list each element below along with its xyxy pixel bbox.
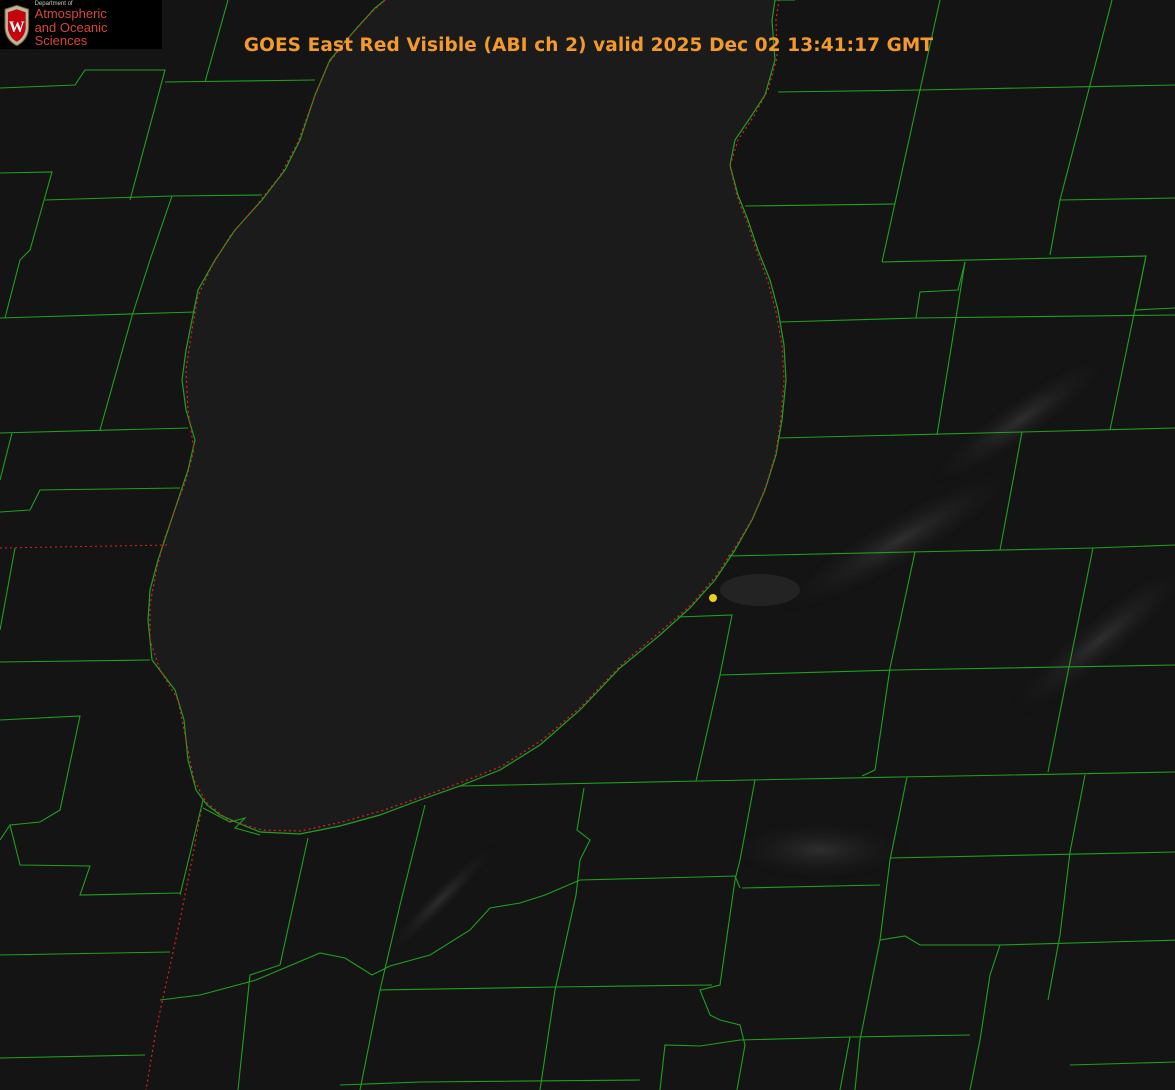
image-title: GOES East Red Visible (ABI ch 2) valid 2… bbox=[0, 35, 1175, 56]
satellite-map[interactable] bbox=[0, 0, 1175, 1090]
image-title-text: GOES East Red Visible (ABI ch 2) valid 2… bbox=[243, 35, 934, 56]
svg-text:W: W bbox=[9, 18, 25, 35]
location-marker-icon[interactable] bbox=[709, 594, 717, 602]
logo-atmospheric: Atmospheric bbox=[34, 6, 107, 22]
